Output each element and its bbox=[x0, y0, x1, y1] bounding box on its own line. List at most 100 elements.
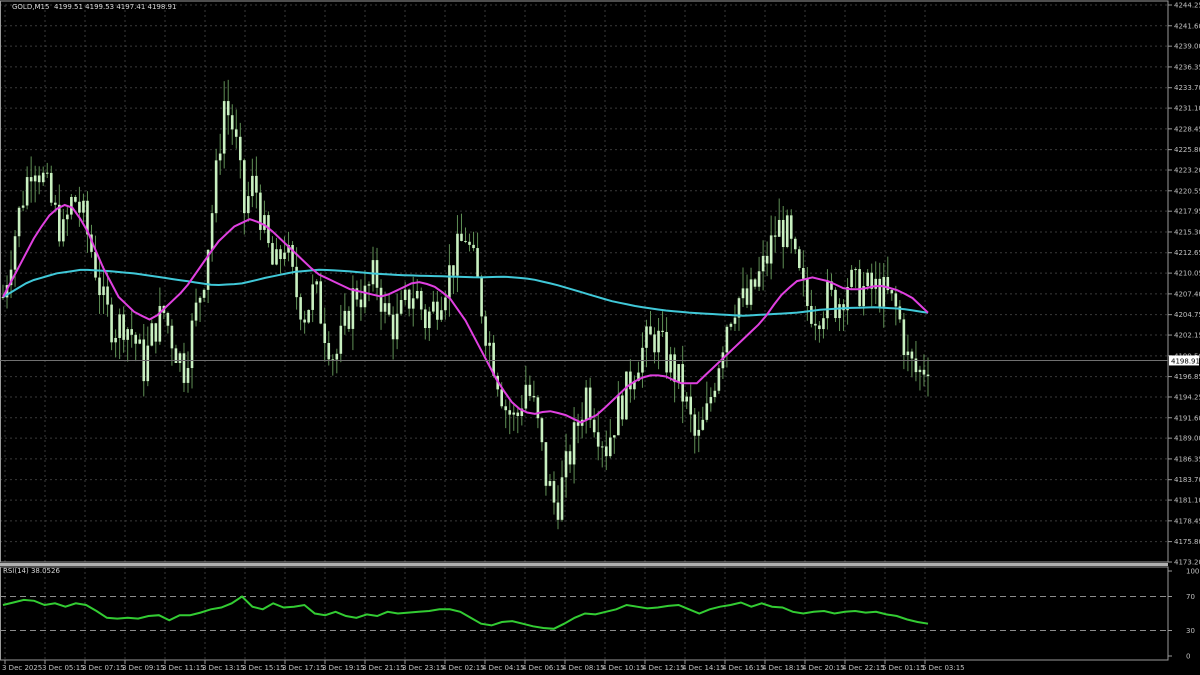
candle-body bbox=[363, 285, 367, 308]
price-tick-label: 4189.00 bbox=[1174, 435, 1200, 443]
candle-body bbox=[894, 293, 898, 307]
candle-body bbox=[834, 289, 837, 319]
candle-body bbox=[218, 153, 222, 161]
candle-body bbox=[53, 202, 57, 205]
candle-body bbox=[202, 289, 206, 298]
candle-body bbox=[826, 281, 829, 319]
rsi-tick-label: 100 bbox=[1186, 568, 1199, 576]
candle-body bbox=[464, 240, 467, 242]
time-tick-label: 3 Dec 13:15 bbox=[202, 664, 245, 672]
price-tick-label: 4220.55 bbox=[1174, 187, 1200, 195]
candle-body bbox=[118, 314, 121, 338]
candle-body bbox=[878, 278, 882, 307]
rsi-axis: 100 70 30 0 bbox=[1168, 568, 1199, 661]
candle-body bbox=[789, 215, 793, 239]
candle-body bbox=[713, 390, 717, 398]
candle-body bbox=[452, 265, 455, 276]
time-tick-label: 4 Dec 16:15 bbox=[722, 664, 765, 672]
candle-body bbox=[572, 422, 576, 465]
time-tick-label: 3 Dec 23:15 bbox=[402, 664, 445, 672]
candle-body bbox=[339, 325, 343, 354]
time-tick-label: 4 Dec 04:15 bbox=[482, 664, 525, 672]
price-tick-label: 4217.95 bbox=[1174, 208, 1200, 216]
candle-body bbox=[480, 277, 483, 317]
candle-body bbox=[94, 251, 97, 278]
candlestick-series bbox=[1, 79, 930, 530]
candle-body bbox=[540, 418, 544, 443]
time-tick-label: 4 Dec 18:15 bbox=[762, 664, 805, 672]
current-price-label: 4198.91 bbox=[1171, 357, 1200, 365]
main-chart-grid bbox=[0, 4, 1168, 563]
candle-body bbox=[210, 213, 214, 250]
candle-body bbox=[753, 279, 757, 287]
candle-body bbox=[701, 419, 705, 430]
candle-body bbox=[247, 196, 250, 214]
time-tick-label: 5 Dec 01:15 bbox=[882, 664, 925, 672]
candle-body bbox=[669, 354, 672, 373]
candle-body bbox=[802, 268, 805, 279]
time-axis: 3 Dec 2025 3 Dec 05:153 Dec 07:153 Dec 09… bbox=[2, 660, 965, 672]
symbol-timeframe-label: GOLD,M15 bbox=[12, 3, 49, 11]
rsi-line bbox=[2, 595, 929, 630]
candle-body bbox=[411, 298, 415, 309]
candle-body bbox=[275, 249, 278, 265]
candle-body bbox=[230, 115, 234, 130]
candle-body bbox=[436, 301, 439, 320]
candle-body bbox=[576, 422, 580, 426]
price-tick-label: 4244.25 bbox=[1174, 2, 1200, 10]
candle-body bbox=[592, 419, 596, 433]
candle-body bbox=[82, 200, 85, 213]
candle-body bbox=[653, 334, 656, 353]
candle-body bbox=[423, 309, 427, 329]
candle-body bbox=[621, 395, 624, 420]
price-tick-label: 4241.60 bbox=[1174, 22, 1200, 30]
candle-body bbox=[182, 353, 186, 383]
price-tick-label: 4233.70 bbox=[1174, 84, 1200, 92]
candle-body bbox=[882, 277, 886, 307]
candle-body bbox=[785, 215, 789, 248]
candle-body bbox=[866, 272, 869, 287]
candle-body bbox=[560, 477, 564, 520]
price-tick-label: 4178.45 bbox=[1174, 517, 1200, 525]
candle-body bbox=[685, 396, 688, 402]
candle-body bbox=[838, 304, 841, 319]
candle-body bbox=[568, 451, 572, 465]
time-tick-label: 4 Dec 22:15 bbox=[842, 664, 885, 672]
candle-body bbox=[761, 255, 765, 272]
candle-body bbox=[194, 302, 198, 321]
candle-body bbox=[657, 330, 660, 353]
time-tick-label: 3 Dec 17:15 bbox=[282, 664, 325, 672]
candle-body bbox=[773, 235, 777, 237]
candle-body bbox=[150, 323, 154, 346]
candle-body bbox=[448, 265, 451, 298]
candle-body bbox=[717, 368, 721, 391]
candle-body bbox=[677, 364, 680, 383]
candle-body bbox=[613, 435, 616, 438]
price-tick-label: 4236.35 bbox=[1174, 63, 1200, 71]
price-tick-label: 4231.10 bbox=[1174, 105, 1200, 113]
time-tick-label: 4 Dec 06:15 bbox=[522, 664, 565, 672]
candle-body bbox=[512, 412, 516, 415]
candle-body bbox=[552, 481, 556, 503]
candle-body bbox=[556, 502, 560, 520]
candle-body bbox=[126, 329, 129, 340]
time-tick-label: 3 Dec 07:15 bbox=[82, 664, 125, 672]
candle-body bbox=[395, 313, 399, 340]
time-tick-label: 3 Dec 09:15 bbox=[122, 664, 165, 672]
candle-body bbox=[214, 160, 218, 214]
candle-body bbox=[874, 278, 878, 289]
candle-body bbox=[299, 297, 302, 320]
candle-body bbox=[806, 278, 809, 306]
candle-body bbox=[37, 175, 41, 183]
candle-body bbox=[733, 317, 737, 324]
candle-body bbox=[600, 446, 604, 448]
candle-body bbox=[222, 101, 226, 154]
candle-body bbox=[460, 233, 463, 241]
panel-separator bbox=[0, 563, 1168, 566]
candle-body bbox=[122, 314, 125, 340]
price-tick-label: 4204.75 bbox=[1174, 311, 1200, 319]
candle-body bbox=[777, 219, 781, 237]
candle-body bbox=[564, 451, 568, 478]
price-axis: 4244.25 4241.60 4239.00 4236.35 4233.70 4231.… bbox=[1168, 2, 1200, 567]
candle-body bbox=[251, 175, 254, 197]
